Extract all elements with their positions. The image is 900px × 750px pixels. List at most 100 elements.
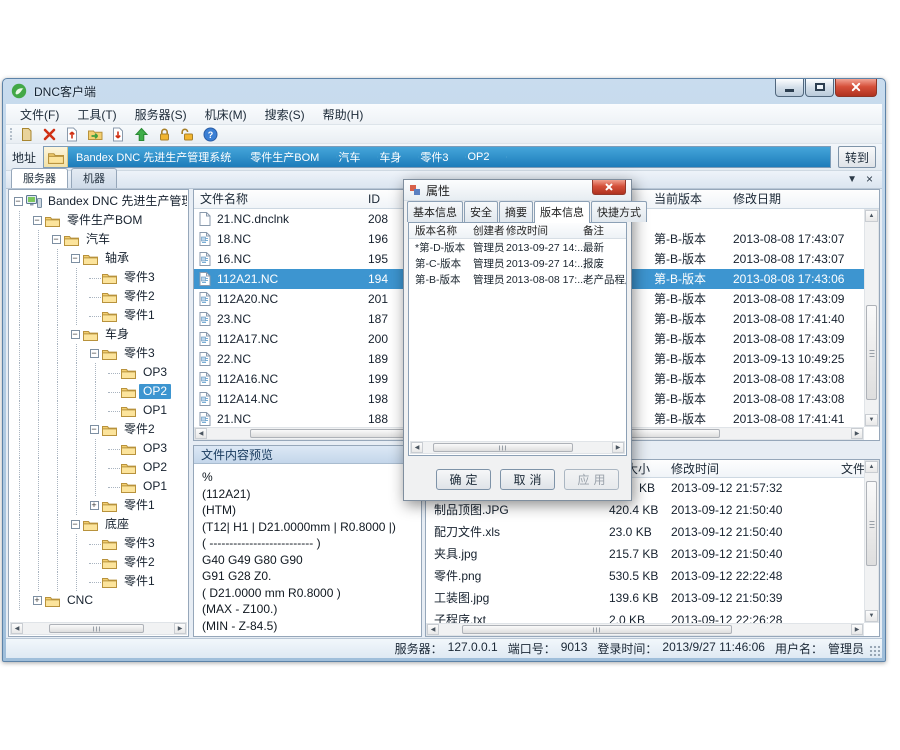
column-version-name[interactable]: 版本名称: [415, 223, 457, 239]
tab-server[interactable]: 服务器: [11, 168, 68, 188]
resize-grip[interactable]: [869, 645, 880, 656]
dialog-tab-2[interactable]: 摘要: [499, 201, 533, 222]
tree-row[interactable]: OP2: [10, 382, 187, 401]
tree-node-label[interactable]: OP2: [139, 384, 171, 399]
version-list-header[interactable]: 版本名称 创建者 修改时间 备注: [409, 223, 626, 239]
column-file[interactable]: 文件(&: [841, 460, 864, 478]
attachment-row[interactable]: 零件.png530.5 KB2013-09-12 22:22:48: [426, 566, 864, 588]
minimize-button[interactable]: [775, 79, 804, 97]
column-id[interactable]: ID: [368, 190, 380, 209]
column-current-version[interactable]: 当前版本: [654, 190, 702, 209]
tree-row[interactable]: OP3: [10, 363, 187, 382]
download-file-icon[interactable]: [110, 126, 127, 142]
tree-node-label[interactable]: OP1: [139, 403, 171, 418]
maximize-button[interactable]: [805, 79, 834, 97]
version-row[interactable]: 第-C-版本管理员2013-09-27 14:...报废: [409, 256, 626, 272]
tree-node-label[interactable]: 零件2: [120, 555, 159, 570]
tree-node-label[interactable]: OP3: [139, 441, 171, 456]
address-field[interactable]: Bandex DNC 先进生产管理系统零件生产BOM汽车车身零件3OP2: [43, 146, 831, 168]
scroll-thumb[interactable]: [866, 481, 877, 566]
close-button[interactable]: [835, 79, 877, 97]
breadcrumb-segment-0[interactable]: Bandex DNC 先进生产管理系统: [68, 147, 248, 167]
column-remark[interactable]: 备注: [583, 223, 604, 239]
tree-node-label[interactable]: 汽车: [82, 232, 114, 247]
panel-dropdown-icon[interactable]: ▼: [847, 174, 857, 185]
attachments-horizontal-scrollbar[interactable]: ◀▶: [426, 623, 864, 636]
cancel-button[interactable]: 取消: [500, 469, 555, 490]
tree-expand-plus-icon[interactable]: +: [86, 496, 102, 515]
send-up-icon[interactable]: [133, 126, 150, 142]
tree-row[interactable]: − 车身: [10, 325, 187, 344]
go-button[interactable]: 转到: [838, 146, 876, 168]
tree-expand-minus-icon[interactable]: −: [86, 344, 102, 363]
scroll-left-icon[interactable]: ◀: [427, 624, 439, 635]
scroll-up-icon[interactable]: ▲: [865, 461, 878, 473]
column-creator[interactable]: 创建者: [473, 223, 505, 239]
delete-icon[interactable]: [41, 126, 58, 142]
version-row[interactable]: *第-D-版本管理员2013-09-27 14:...最新: [409, 240, 626, 256]
menu-item-3[interactable]: 机床(M): [197, 104, 255, 125]
tree-expand-minus-icon[interactable]: −: [29, 211, 45, 230]
tree-node-label[interactable]: 零件3: [120, 346, 159, 361]
menu-item-4[interactable]: 搜索(S): [257, 104, 313, 125]
tab-machine[interactable]: 机器: [71, 168, 117, 188]
tree-expand-minus-icon[interactable]: −: [86, 420, 102, 439]
help-icon[interactable]: ?: [202, 126, 219, 142]
scroll-left-icon[interactable]: ◀: [11, 623, 23, 634]
list-vertical-scrollbar[interactable]: ▲▼: [864, 209, 879, 427]
tree-node-label[interactable]: 底座: [101, 517, 133, 532]
menu-item-5[interactable]: 帮助(H): [315, 104, 372, 125]
attachment-row[interactable]: 子程序.txt2.0 KB2013-09-12 22:26:28: [426, 610, 864, 623]
scroll-left-icon[interactable]: ◀: [195, 428, 207, 439]
scroll-left-icon[interactable]: ◀: [411, 442, 423, 453]
tree-node-label[interactable]: OP2: [139, 460, 171, 475]
column-modified-date[interactable]: 修改日期: [733, 190, 781, 209]
dialog-tab-4[interactable]: 快捷方式: [591, 201, 647, 222]
tree-node-label[interactable]: 零件2: [120, 289, 159, 304]
tree-node-label[interactable]: CNC: [63, 593, 97, 608]
tree-row[interactable]: + CNC: [10, 591, 187, 610]
tree-row[interactable]: OP3: [10, 439, 187, 458]
attachment-row[interactable]: 夹具.jpg215.7 KB2013-09-12 21:50:40: [426, 544, 864, 566]
dialog-tab-0[interactable]: 基本信息: [407, 201, 463, 222]
tree-node-label[interactable]: 轴承: [101, 251, 133, 266]
tree-row[interactable]: 零件1: [10, 572, 187, 591]
tree-node-label[interactable]: 零件生产BOM: [63, 213, 146, 228]
dialog-tab-3[interactable]: 版本信息: [534, 201, 590, 223]
tree-row[interactable]: 零件2: [10, 553, 187, 572]
dialog-horizontal-scrollbar[interactable]: ◀▶: [410, 441, 625, 454]
scroll-right-icon[interactable]: ▶: [174, 623, 186, 634]
attachments-vertical-scrollbar[interactable]: ▲▼: [864, 460, 879, 623]
scroll-down-icon[interactable]: ▼: [865, 414, 878, 426]
dialog-titlebar[interactable]: 属性: [404, 180, 631, 201]
tree-row[interactable]: +零件1: [10, 496, 187, 515]
tree-expand-minus-icon[interactable]: −: [67, 515, 83, 534]
tree-node-label[interactable]: 车身: [101, 327, 133, 342]
tree-row[interactable]: 零件2: [10, 287, 187, 306]
window-titlebar[interactable]: DNC客户端: [3, 79, 885, 103]
tree-expand-minus-icon[interactable]: −: [67, 325, 83, 344]
tree-expand-minus-icon[interactable]: −: [10, 192, 26, 211]
transfer-folder-icon[interactable]: [87, 126, 104, 142]
tree-horizontal-scrollbar[interactable]: ◀▶: [10, 622, 187, 635]
tree-row[interactable]: 零件1: [10, 306, 187, 325]
column-modified-time[interactable]: 修改时间: [671, 460, 719, 478]
tree-row[interactable]: 零件3: [10, 268, 187, 287]
column-modify-time[interactable]: 修改时间: [506, 223, 548, 239]
panel-close-icon[interactable]: ×: [866, 172, 873, 186]
tree-expand-plus-icon[interactable]: +: [29, 591, 45, 610]
tree-row[interactable]: OP1: [10, 477, 187, 496]
tree-row[interactable]: 零件3: [10, 534, 187, 553]
tree-expand-minus-icon[interactable]: −: [67, 249, 83, 268]
dialog-close-button[interactable]: [592, 180, 626, 195]
tree-row[interactable]: − 零件3: [10, 344, 187, 363]
menu-item-0[interactable]: 文件(F): [12, 104, 67, 125]
unlock-icon[interactable]: [179, 126, 196, 142]
tree-node-label[interactable]: 零件1: [120, 574, 159, 589]
tree-node-label[interactable]: Bandex DNC 先进生产管理系统: [44, 194, 187, 209]
tree-node-label[interactable]: 零件1: [120, 308, 159, 323]
tree-node-label[interactable]: OP3: [139, 365, 171, 380]
tree-row[interactable]: OP2: [10, 458, 187, 477]
tree-node-label[interactable]: OP1: [139, 479, 171, 494]
tree-row[interactable]: OP1: [10, 401, 187, 420]
